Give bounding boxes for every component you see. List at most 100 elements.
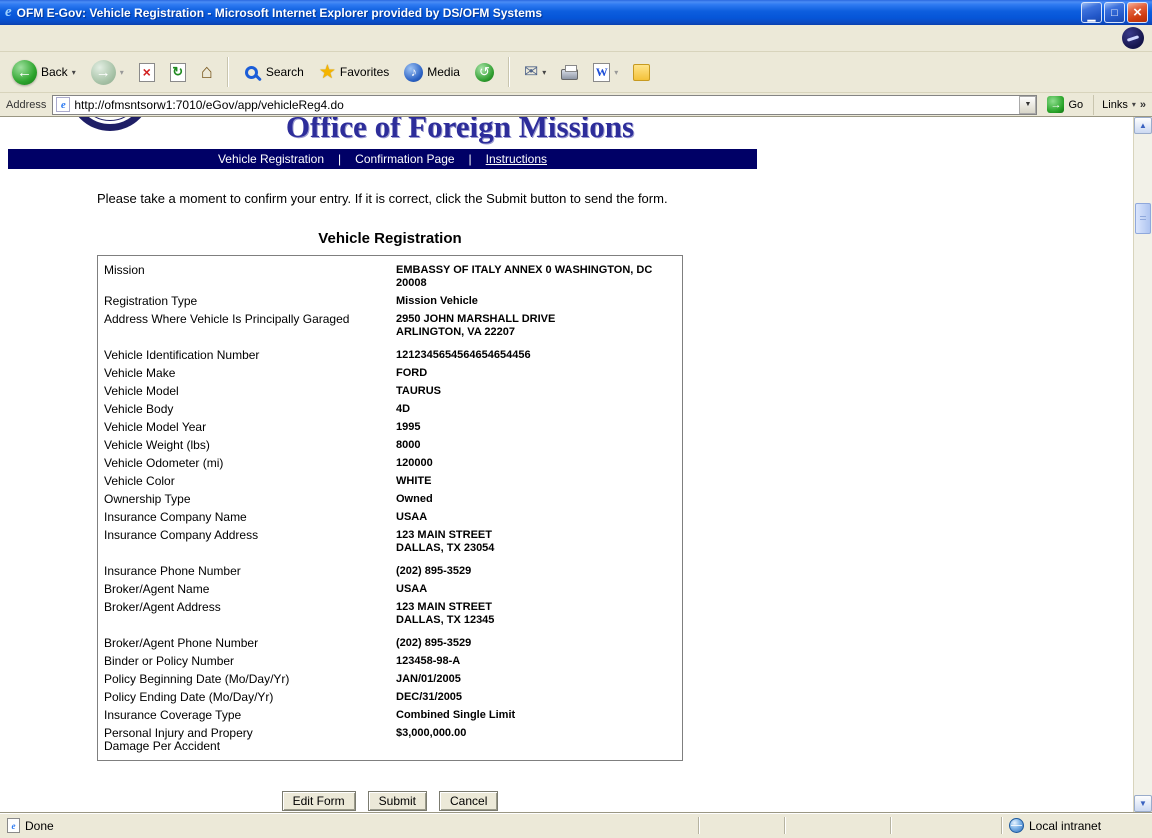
content-area: STATES OF AM Office of Foreign Missions … (0, 117, 1152, 812)
mail-dropdown-icon[interactable]: ▾ (542, 68, 546, 77)
cancel-button[interactable]: Cancel (439, 791, 498, 811)
minimize-icon: ▁ (1088, 11, 1096, 22)
field-label: Policy Beginning Date (Mo/Day/Yr) (104, 673, 396, 686)
notes-button[interactable] (627, 60, 656, 85)
field-value: 123 MAIN STREET DALLAS, TX 12345 (396, 601, 676, 627)
refresh-button[interactable]: ↻ (164, 59, 192, 86)
field-label: Address Where Vehicle Is Principally Gar… (104, 313, 396, 339)
security-zone-text: Local intranet (1029, 819, 1101, 833)
refresh-glyph: ↻ (172, 64, 183, 80)
stop-x-glyph: × (143, 64, 151, 80)
submit-button[interactable]: Submit (368, 791, 427, 811)
close-icon: × (1133, 4, 1142, 21)
field-row: Insurance Company Name USAA (98, 509, 682, 527)
field-row: Personal Injury and Propery Damage Per A… (98, 725, 682, 756)
back-button[interactable]: ← Back ▾ (6, 56, 82, 89)
window-title: OFM E-Gov: Vehicle Registration - Micros… (17, 6, 1079, 20)
field-value: 2950 JOHN MARSHALL DRIVE ARLINGTON, VA 2… (396, 313, 676, 339)
field-row: Vehicle Weight (lbs) 8000 (98, 437, 682, 455)
field-label: Vehicle Make (104, 367, 396, 380)
edit-dropdown-icon[interactable]: ▾ (614, 68, 618, 77)
field-value: JAN/01/2005 (396, 673, 676, 686)
address-input[interactable] (74, 97, 1019, 113)
menu-item[interactable] (86, 34, 102, 42)
go-arrow-icon: → (1047, 96, 1064, 113)
media-button[interactable]: ♪ Media (398, 59, 466, 86)
browser-window: e OFM E-Gov: Vehicle Registration - Micr… (0, 0, 1152, 838)
form-title: Vehicle Registration (97, 230, 683, 247)
field-row: Vehicle Body 4D (98, 401, 682, 419)
search-button[interactable]: Search (237, 60, 310, 85)
links-bar[interactable]: Links ▾ » (1093, 95, 1148, 115)
edit-with-word-button[interactable]: W ▾ (587, 59, 624, 86)
field-value: (202) 895-3529 (396, 565, 676, 578)
links-chevron-icon[interactable]: » (1140, 99, 1146, 111)
go-button[interactable]: → Go (1043, 95, 1087, 114)
history-icon: ↺ (475, 63, 494, 82)
field-value: USAA (396, 583, 676, 596)
nav-confirmation-page[interactable]: Confirmation Page (355, 152, 454, 166)
edit-form-button[interactable]: Edit Form (282, 791, 356, 811)
field-value: Combined Single Limit (396, 709, 676, 722)
go-label: Go (1068, 99, 1083, 111)
field-row: Vehicle Make FORD (98, 365, 682, 383)
field-value: TAURUS (396, 385, 676, 398)
history-button[interactable]: ↺ (469, 59, 500, 86)
field-label: Vehicle Model (104, 385, 396, 398)
menu-item[interactable] (6, 34, 22, 42)
refresh-icon: ↻ (170, 63, 186, 82)
field-value: 8000 (396, 439, 676, 452)
field-row: Insurance Coverage Type Combined Single … (98, 707, 682, 725)
address-bar: Address e ▼ → Go Links ▾ » (0, 93, 1152, 117)
home-button[interactable]: ⌂ (195, 59, 219, 85)
menu-item[interactable] (54, 34, 70, 42)
forward-button[interactable]: → ▾ (85, 56, 130, 89)
mail-button[interactable]: ✉ ▾ (518, 58, 552, 86)
field-label: Vehicle Weight (lbs) (104, 439, 396, 452)
field-label: Vehicle Model Year (104, 421, 396, 434)
maximize-button[interactable]: □ (1104, 2, 1125, 23)
seal-text: STATES OF AM (75, 117, 145, 119)
menu-item[interactable] (70, 34, 86, 42)
media-label: Media (427, 65, 460, 79)
field-value: 120000 (396, 457, 676, 470)
nav-instructions[interactable]: Instructions (486, 152, 547, 166)
favorites-button[interactable]: ★ Favorites (313, 59, 395, 86)
field-label: Vehicle Color (104, 475, 396, 488)
back-icon: ← (12, 60, 37, 85)
close-button[interactable]: × (1127, 2, 1148, 23)
field-label: Vehicle Odometer (mi) (104, 457, 396, 470)
field-label: Vehicle Identification Number (104, 349, 396, 362)
field-value: (202) 895-3529 (396, 637, 676, 650)
scrollbar-thumb[interactable] (1135, 203, 1151, 234)
stop-button[interactable]: × (133, 59, 161, 86)
minimize-button[interactable]: ▁ (1081, 2, 1102, 23)
print-icon (561, 69, 578, 80)
field-label: Insurance Company Name (104, 511, 396, 524)
field-row: Mission EMBASSY OF ITALY ANNEX 0 WASHING… (98, 262, 682, 293)
menu-item[interactable] (22, 34, 38, 42)
field-row: Policy Beginning Date (Mo/Day/Yr) JAN/01… (98, 671, 682, 689)
print-button[interactable] (555, 60, 584, 84)
field-row: Broker/Agent Phone Number (202) 895-3529 (98, 635, 682, 653)
scroll-up-button[interactable]: ▲ (1134, 117, 1152, 134)
scrollbar-track[interactable] (1134, 134, 1152, 795)
nav-vehicle-registration[interactable]: Vehicle Registration (218, 152, 324, 166)
field-row: Ownership Type Owned (98, 491, 682, 509)
menu-item[interactable] (38, 34, 54, 42)
field-row: Policy Ending Date (Mo/Day/Yr) DEC/31/20… (98, 689, 682, 707)
address-dropdown-button[interactable]: ▼ (1019, 96, 1036, 114)
field-value: 123458-98-A (396, 655, 676, 668)
back-dropdown-icon[interactable]: ▾ (72, 68, 76, 77)
field-value: FORD (396, 367, 676, 380)
toolbar: ← Back ▾ → ▾ × ↻ ⌂ Search ★ Favorites ♪ … (0, 52, 1152, 93)
site-title: Office of Foreign Missions (180, 117, 740, 144)
status-panel-empty (699, 813, 784, 838)
field-value: $3,000,000.00 (396, 727, 676, 753)
field-label: Broker/Agent Name (104, 583, 396, 596)
field-value: 4D (396, 403, 676, 416)
scroll-down-button[interactable]: ▼ (1134, 795, 1152, 812)
web-page: STATES OF AM Office of Foreign Missions … (0, 117, 1133, 812)
field-label: Broker/Agent Address (104, 601, 396, 627)
forward-dropdown-icon[interactable]: ▾ (120, 68, 124, 77)
